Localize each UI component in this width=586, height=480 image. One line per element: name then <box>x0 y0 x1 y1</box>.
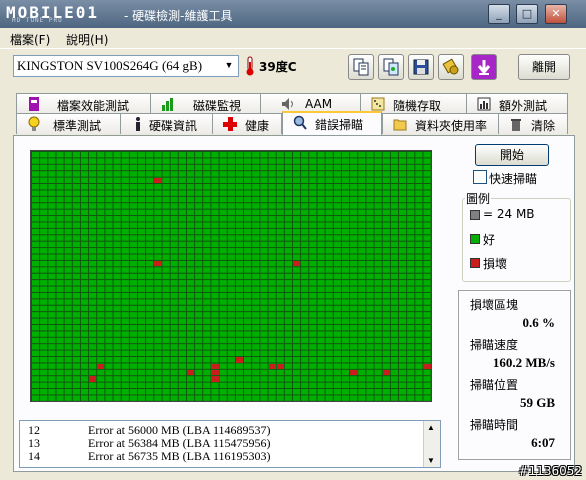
legend-ok-swatch <box>470 234 480 244</box>
damaged-value: 0.6 % <box>522 315 556 330</box>
damaged-block <box>236 357 244 363</box>
tab-label: 健康 <box>245 119 270 133</box>
watermark: #1136052 <box>518 464 583 478</box>
tab-label: 額外測試 <box>499 99 548 113</box>
tab-label: 隨機存取 <box>393 99 442 113</box>
options-button[interactable] <box>438 54 464 80</box>
extra-tests-icon <box>477 97 491 111</box>
damaged-block <box>350 369 358 376</box>
damaged-block <box>211 376 219 382</box>
copy-text-icon <box>353 58 369 76</box>
damaged-block <box>89 376 97 382</box>
random-access-icon <box>371 97 385 111</box>
legend-bad-swatch <box>470 258 480 268</box>
log-row-message: Error at 56735 MB (LBA 116195303) <box>88 449 271 463</box>
quick-scan-label: 快速掃瞄 <box>489 172 538 186</box>
start-button[interactable]: 開始 <box>475 144 549 166</box>
logo-subtitle: HD TUNE PRO <box>12 17 63 24</box>
damaged-block <box>293 260 301 267</box>
window-title: - 硬碟檢測-維護工具 <box>124 9 233 23</box>
tab-health[interactable]: 健康 <box>212 113 282 134</box>
title-bar: MOBILE01 HD TUNE PRO - 硬碟檢測-維護工具 _ □ ✕ <box>0 0 586 28</box>
tab-extra-tests[interactable]: 額外測試 <box>466 93 568 114</box>
time-label: 掃瞄時間 <box>470 418 519 432</box>
tab-label: 磁碟監視 <box>193 99 242 113</box>
tab-file-benchmark[interactable]: 檔案效能測試 <box>16 93 152 114</box>
temperature-readout: 39度C <box>259 60 297 74</box>
drive-select-value: KINGSTON SV100S264G (64 gB) <box>17 58 203 73</box>
trash-icon <box>511 119 521 131</box>
damaged-block <box>423 363 431 369</box>
tab-label: 檔案效能測試 <box>57 99 130 113</box>
magnifier-icon <box>293 115 307 130</box>
damaged-block <box>383 369 391 376</box>
download-button[interactable] <box>471 54 497 80</box>
speaker-icon <box>282 98 293 110</box>
scroll-up-icon[interactable]: ▲ <box>427 423 435 432</box>
menu-file[interactable]: 檔案(F) <box>10 31 50 48</box>
tab-benchmark[interactable]: 標準測試 <box>16 113 122 134</box>
damaged-label: 損壞區塊 <box>470 298 519 312</box>
tab-erase[interactable]: 清除 <box>498 113 568 134</box>
tab-label: 清除 <box>531 119 556 133</box>
damaged-block <box>187 369 195 376</box>
tab-label: 錯誤掃瞄 <box>315 118 364 132</box>
minimize-button[interactable]: _ <box>488 4 510 24</box>
close-button[interactable]: ✕ <box>545 4 567 24</box>
damaged-block <box>211 369 219 376</box>
speed-label: 掃瞄速度 <box>470 338 519 352</box>
health-cross-icon <box>223 117 237 131</box>
save-icon <box>413 59 429 75</box>
tab-info[interactable]: 硬碟資訊 <box>120 113 214 134</box>
damaged-block <box>97 363 105 369</box>
disk-monitor-icon <box>162 98 173 111</box>
copy-image-icon <box>383 58 399 76</box>
scroll-down-icon[interactable]: ▼ <box>427 456 435 465</box>
legend-block-swatch <box>470 210 480 220</box>
tab-disk-monitor[interactable]: 磁碟監視 <box>150 93 262 114</box>
tab-label: 資料夾使用率 <box>415 119 488 133</box>
damaged-block <box>154 260 162 267</box>
scan-block-grid <box>30 150 432 402</box>
copy-text-button[interactable] <box>348 54 374 80</box>
tab-label: 標準測試 <box>53 119 102 133</box>
time-value: 6:07 <box>531 435 555 450</box>
download-icon <box>477 60 491 75</box>
legend-bad-label: 損壞 <box>483 257 508 271</box>
bulb-icon <box>28 116 40 131</box>
damaged-block <box>154 177 162 184</box>
info-icon <box>136 117 140 131</box>
damaged-block <box>268 363 276 369</box>
log-scrollbar[interactable]: ▲ ▼ <box>423 421 440 467</box>
menu-bar: 檔案(F) 說明(H) <box>0 28 586 48</box>
legend-title: 圖例 <box>465 190 492 207</box>
save-button[interactable] <box>408 54 434 80</box>
tab-error-scan[interactable]: 錯誤掃瞄 <box>282 111 382 135</box>
log-row-number: 14 <box>28 449 40 463</box>
maximize-button[interactable]: □ <box>516 4 538 24</box>
tab-label: AAM <box>305 97 333 111</box>
exit-button[interactable]: 離開 <box>518 54 570 80</box>
legend-ok-label: 好 <box>483 233 496 247</box>
chevron-down-icon[interactable]: ▼ <box>222 58 236 73</box>
file-benchmark-icon <box>29 97 39 111</box>
damaged-block <box>211 363 219 369</box>
tab-label: 硬碟資訊 <box>149 119 198 133</box>
quick-scan-checkbox[interactable] <box>473 170 487 184</box>
menu-help[interactable]: 說明(H) <box>66 31 108 48</box>
app-logo: MOBILE01 HD TUNE PRO <box>6 3 99 24</box>
thermometer-icon <box>246 56 254 76</box>
position-value: 59 GB <box>519 395 555 410</box>
legend-block-label: = 24 MB <box>483 207 535 221</box>
copy-image-button[interactable] <box>378 54 404 80</box>
speed-value: 160.2 MB/s <box>492 355 555 370</box>
damaged-block <box>276 363 285 369</box>
options-icon <box>442 58 459 75</box>
position-label: 掃瞄位置 <box>470 378 519 392</box>
error-log-list: 12 Error at 56000 MB (LBA 114689537) 13 … <box>19 420 441 468</box>
drive-select[interactable]: KINGSTON SV100S264G (64 gB) ▼ <box>13 55 239 77</box>
tab-folder-usage[interactable]: 資料夾使用率 <box>382 113 500 134</box>
folder-icon <box>393 119 407 131</box>
